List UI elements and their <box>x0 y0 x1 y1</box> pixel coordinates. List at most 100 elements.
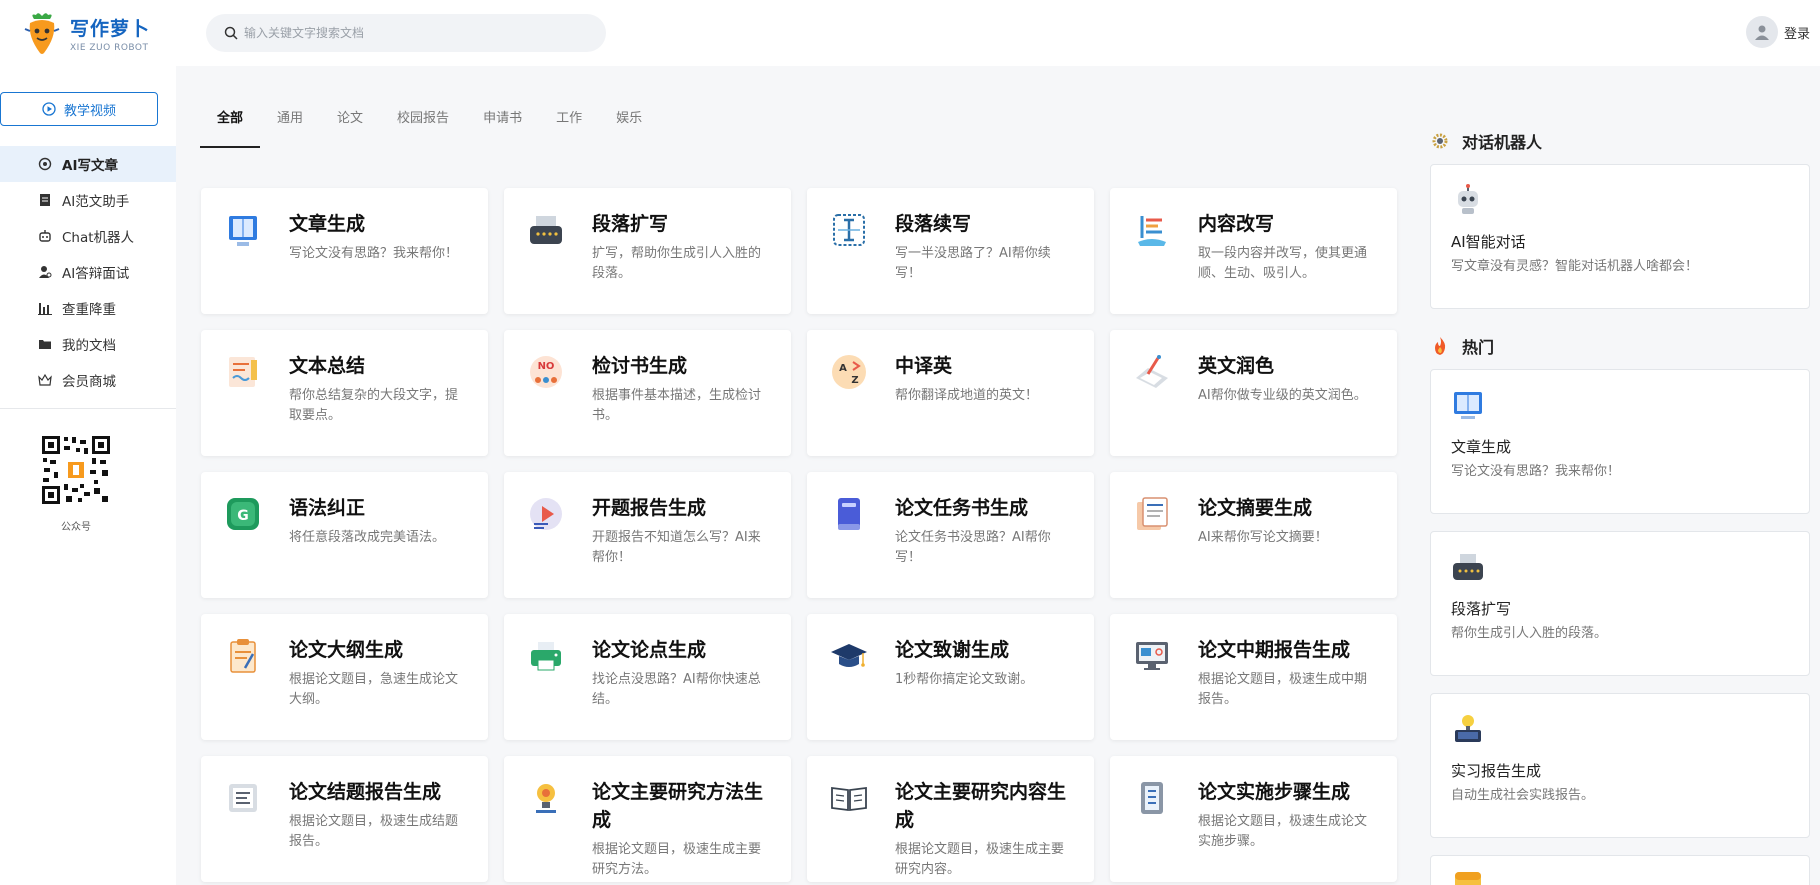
tool-card-abstract[interactable]: 论文摘要生成 AI来帮你写论文摘要！ <box>1110 472 1397 598</box>
person-icon <box>38 265 52 279</box>
folder-icon <box>38 337 52 351</box>
sidebar-item-sample-assistant[interactable]: AI范文助手 <box>0 182 176 218</box>
steps-icon <box>1141 782 1163 814</box>
card-title: 论文结题报告生成 <box>289 781 442 803</box>
book-icon <box>1454 392 1482 419</box>
sidebar-item-label: 我的文档 <box>62 338 116 354</box>
tab-application[interactable]: 申请书 <box>466 100 539 148</box>
notebook-icon <box>838 498 860 530</box>
chat-robot-section-header: 对话机器人 <box>1430 128 1810 154</box>
card-title: 论文论点生成 <box>592 639 707 661</box>
ai-chat-title: AI智能对话 <box>1451 233 1526 251</box>
open-book-icon <box>831 786 867 812</box>
card-desc: 根据论文题目，急速生成论文大纲。 <box>289 672 459 707</box>
tool-card-paragraph-expand[interactable]: 段落扩写 扩写，帮助你生成引人入胜的段落。 <box>504 188 791 314</box>
book-icon <box>229 216 257 246</box>
grammar-icon: G <box>227 498 259 530</box>
card-desc: 根据论文题目，极速生成结题报告。 <box>289 814 459 849</box>
tool-card-research-method[interactable]: 论文主要研究方法生成 根据论文题目，极速生成主要研究方法。 <box>504 756 791 882</box>
hot-title: 热门 <box>1462 338 1495 357</box>
logo-subtitle: XIE ZUO ROBOT <box>70 42 149 53</box>
tool-card-english-polish[interactable]: 英文润色 AI帮你做专业级的英文润色。 <box>1110 330 1397 456</box>
tool-card-grammar-correction[interactable]: G 语法纠正 将任意段落改成完美语法。 <box>201 472 488 598</box>
right-panel: 对话机器人 AI智能对话 写文章没有灵感？智能对话机器人啥都会！ 热门 文章生成… <box>1430 128 1810 885</box>
tool-card-midterm-report[interactable]: 论文中期报告生成 根据论文题目，极速生成中期报告。 <box>1110 614 1397 740</box>
top-header: 写作萝卜 XIE ZUO ROBOT 登录 <box>0 0 1820 66</box>
user-login[interactable]: 登录 <box>1745 16 1810 48</box>
card-desc: 根据论文题目，极速生成论文实施步骤。 <box>1198 814 1368 849</box>
chat-robot-title: 对话机器人 <box>1462 133 1543 152</box>
graduation-cap-icon <box>831 644 867 667</box>
robot-icon <box>1458 184 1478 214</box>
search-icon <box>224 26 238 40</box>
tutorial-video-label: 教学视频 <box>63 103 116 119</box>
hot-card-desc: 自动生成社会实践报告。 <box>1451 788 1595 803</box>
ai-chat-card[interactable]: AI智能对话 写文章没有灵感？智能对话机器人啥都会！ <box>1430 164 1810 309</box>
tool-card-outline[interactable]: 论文大纲生成 根据论文题目，急速生成论文大纲。 <box>201 614 488 740</box>
card-desc: 帮你总结复杂的大段文字，提取要点。 <box>289 388 459 423</box>
tool-card-self-criticism[interactable]: NO 检讨书生成 根据事件基本描述，生成检讨书。 <box>504 330 791 456</box>
search-input[interactable] <box>244 26 584 40</box>
sidebar-item-plagiarism-check[interactable]: 查重降重 <box>0 290 176 326</box>
tool-card-cn-to-en[interactable]: AZ 中译英 帮你翻译成地道的英文！ <box>807 330 1094 456</box>
polish-icon <box>1136 355 1168 388</box>
qr-label: 公众号 <box>61 522 91 533</box>
tool-card-text-summary[interactable]: 文本总结 帮你总结复杂的大段文字，提取要点。 <box>201 330 488 456</box>
tool-card-proposal-report[interactable]: 开题报告生成 开题报告不知道怎么写？AI来帮你！ <box>504 472 791 598</box>
sidebar-item-label: AI答辩面试 <box>62 266 130 282</box>
card-desc: 根据事件基本描述，生成检讨书。 <box>592 388 762 423</box>
lightbulb-icon <box>536 784 556 813</box>
card-title: 内容改写 <box>1198 213 1275 235</box>
tab-entertainment[interactable]: 娱乐 <box>599 100 659 148</box>
hot-section-header: 热门 <box>1430 333 1810 359</box>
play-circle-icon <box>42 102 56 116</box>
tool-card-argument[interactable]: 论文论点生成 找论点没思路？AI帮你快速总结。 <box>504 614 791 740</box>
notes-icon <box>229 357 257 387</box>
card-desc: 写一半没思路了？AI帮你续写！ <box>895 246 1051 281</box>
sidebar-item-member-store[interactable]: 会员商城 <box>0 362 176 398</box>
tool-card-acknowledgement[interactable]: 论文致谢生成 1秒帮你搞定论文致谢。 <box>807 614 1094 740</box>
tutorial-video-button[interactable]: 教学视频 <box>0 92 158 126</box>
sidebar-item-defense-interview[interactable]: AI答辩面试 <box>0 254 176 290</box>
search-bar[interactable] <box>206 14 606 52</box>
qr-code-icon <box>40 434 112 506</box>
tab-all[interactable]: 全部 <box>200 100 261 148</box>
card-desc: 开题报告不知道怎么写？AI来帮你！ <box>592 530 761 565</box>
sidebar: 教学视频 AI写文章 AI范文助手 Chat机器人 AI答辩面试 查重降重 我的… <box>0 66 176 885</box>
tool-card-content-rewrite[interactable]: 内容改写 取一段内容并改写，使其更通顺、生动、吸引人。 <box>1110 188 1397 314</box>
tool-card-paragraph-continue[interactable]: 段落续写 写一半没思路了？AI帮你续写！ <box>807 188 1094 314</box>
clipboard-icon <box>230 639 256 673</box>
hot-card-partial[interactable] <box>1430 855 1810 885</box>
tab-thesis[interactable]: 论文 <box>320 100 380 148</box>
hot-card-article-generation[interactable]: 文章生成 写论文没有思路？我来帮你！ <box>1430 369 1810 514</box>
sidebar-item-ai-writing[interactable]: AI写文章 <box>0 146 176 182</box>
tool-card-task-book[interactable]: 论文任务书生成 论文任务书没思路？AI帮你写！ <box>807 472 1094 598</box>
card-title: 段落续写 <box>895 213 972 235</box>
printer-icon <box>531 642 561 671</box>
tool-card-article-generation[interactable]: 文章生成 写论文没有思路？我来帮你！ <box>201 188 488 314</box>
login-link[interactable]: 登录 <box>1784 23 1810 42</box>
card-desc: 取一段内容并改写，使其更通顺、生动、吸引人。 <box>1198 246 1368 281</box>
tool-card-final-report[interactable]: 论文结题报告生成 根据论文题目，极速生成结题报告。 <box>201 756 488 882</box>
sidebar-nav: AI写文章 AI范文助手 Chat机器人 AI答辩面试 查重降重 我的文档 会员… <box>0 146 176 398</box>
hot-card-title: 实习报告生成 <box>1451 762 1542 780</box>
pen-edit-icon <box>1138 216 1166 246</box>
hot-card-title: 段落扩写 <box>1451 600 1512 618</box>
tool-card-implementation-steps[interactable]: 论文实施步骤生成 根据论文题目，极速生成论文实施步骤。 <box>1110 756 1397 882</box>
card-title: 论文摘要生成 <box>1198 497 1313 519</box>
tool-card-grid: 文章生成 写论文没有思路？我来帮你！ 段落扩写 扩写，帮助你生成引人入胜的段落。… <box>201 188 1398 882</box>
hot-card-desc: 帮你生成引人入胜的段落。 <box>1451 626 1608 641</box>
logo[interactable]: 写作萝卜 XIE ZUO ROBOT <box>0 0 176 66</box>
card-title: 开题报告生成 <box>592 497 707 519</box>
hot-card-title: 文章生成 <box>1451 438 1512 456</box>
sidebar-item-label: AI范文助手 <box>62 194 130 210</box>
tab-general[interactable]: 通用 <box>260 100 320 148</box>
hot-card-paragraph-expand[interactable]: 段落扩写 帮你生成引人入胜的段落。 <box>1430 531 1810 676</box>
tab-work[interactable]: 工作 <box>539 100 599 148</box>
sidebar-item-chat-robot[interactable]: Chat机器人 <box>0 218 176 254</box>
hot-card-internship-report[interactable]: 实习报告生成 自动生成社会实践报告。 <box>1430 693 1810 838</box>
tab-campus-report[interactable]: 校园报告 <box>380 100 466 148</box>
tool-card-research-content[interactable]: 论文主要研究内容生成 根据论文题目，极速生成主要研究内容。 <box>807 756 1094 882</box>
card-title: 中译英 <box>895 355 953 377</box>
sidebar-item-my-documents[interactable]: 我的文档 <box>0 326 176 362</box>
